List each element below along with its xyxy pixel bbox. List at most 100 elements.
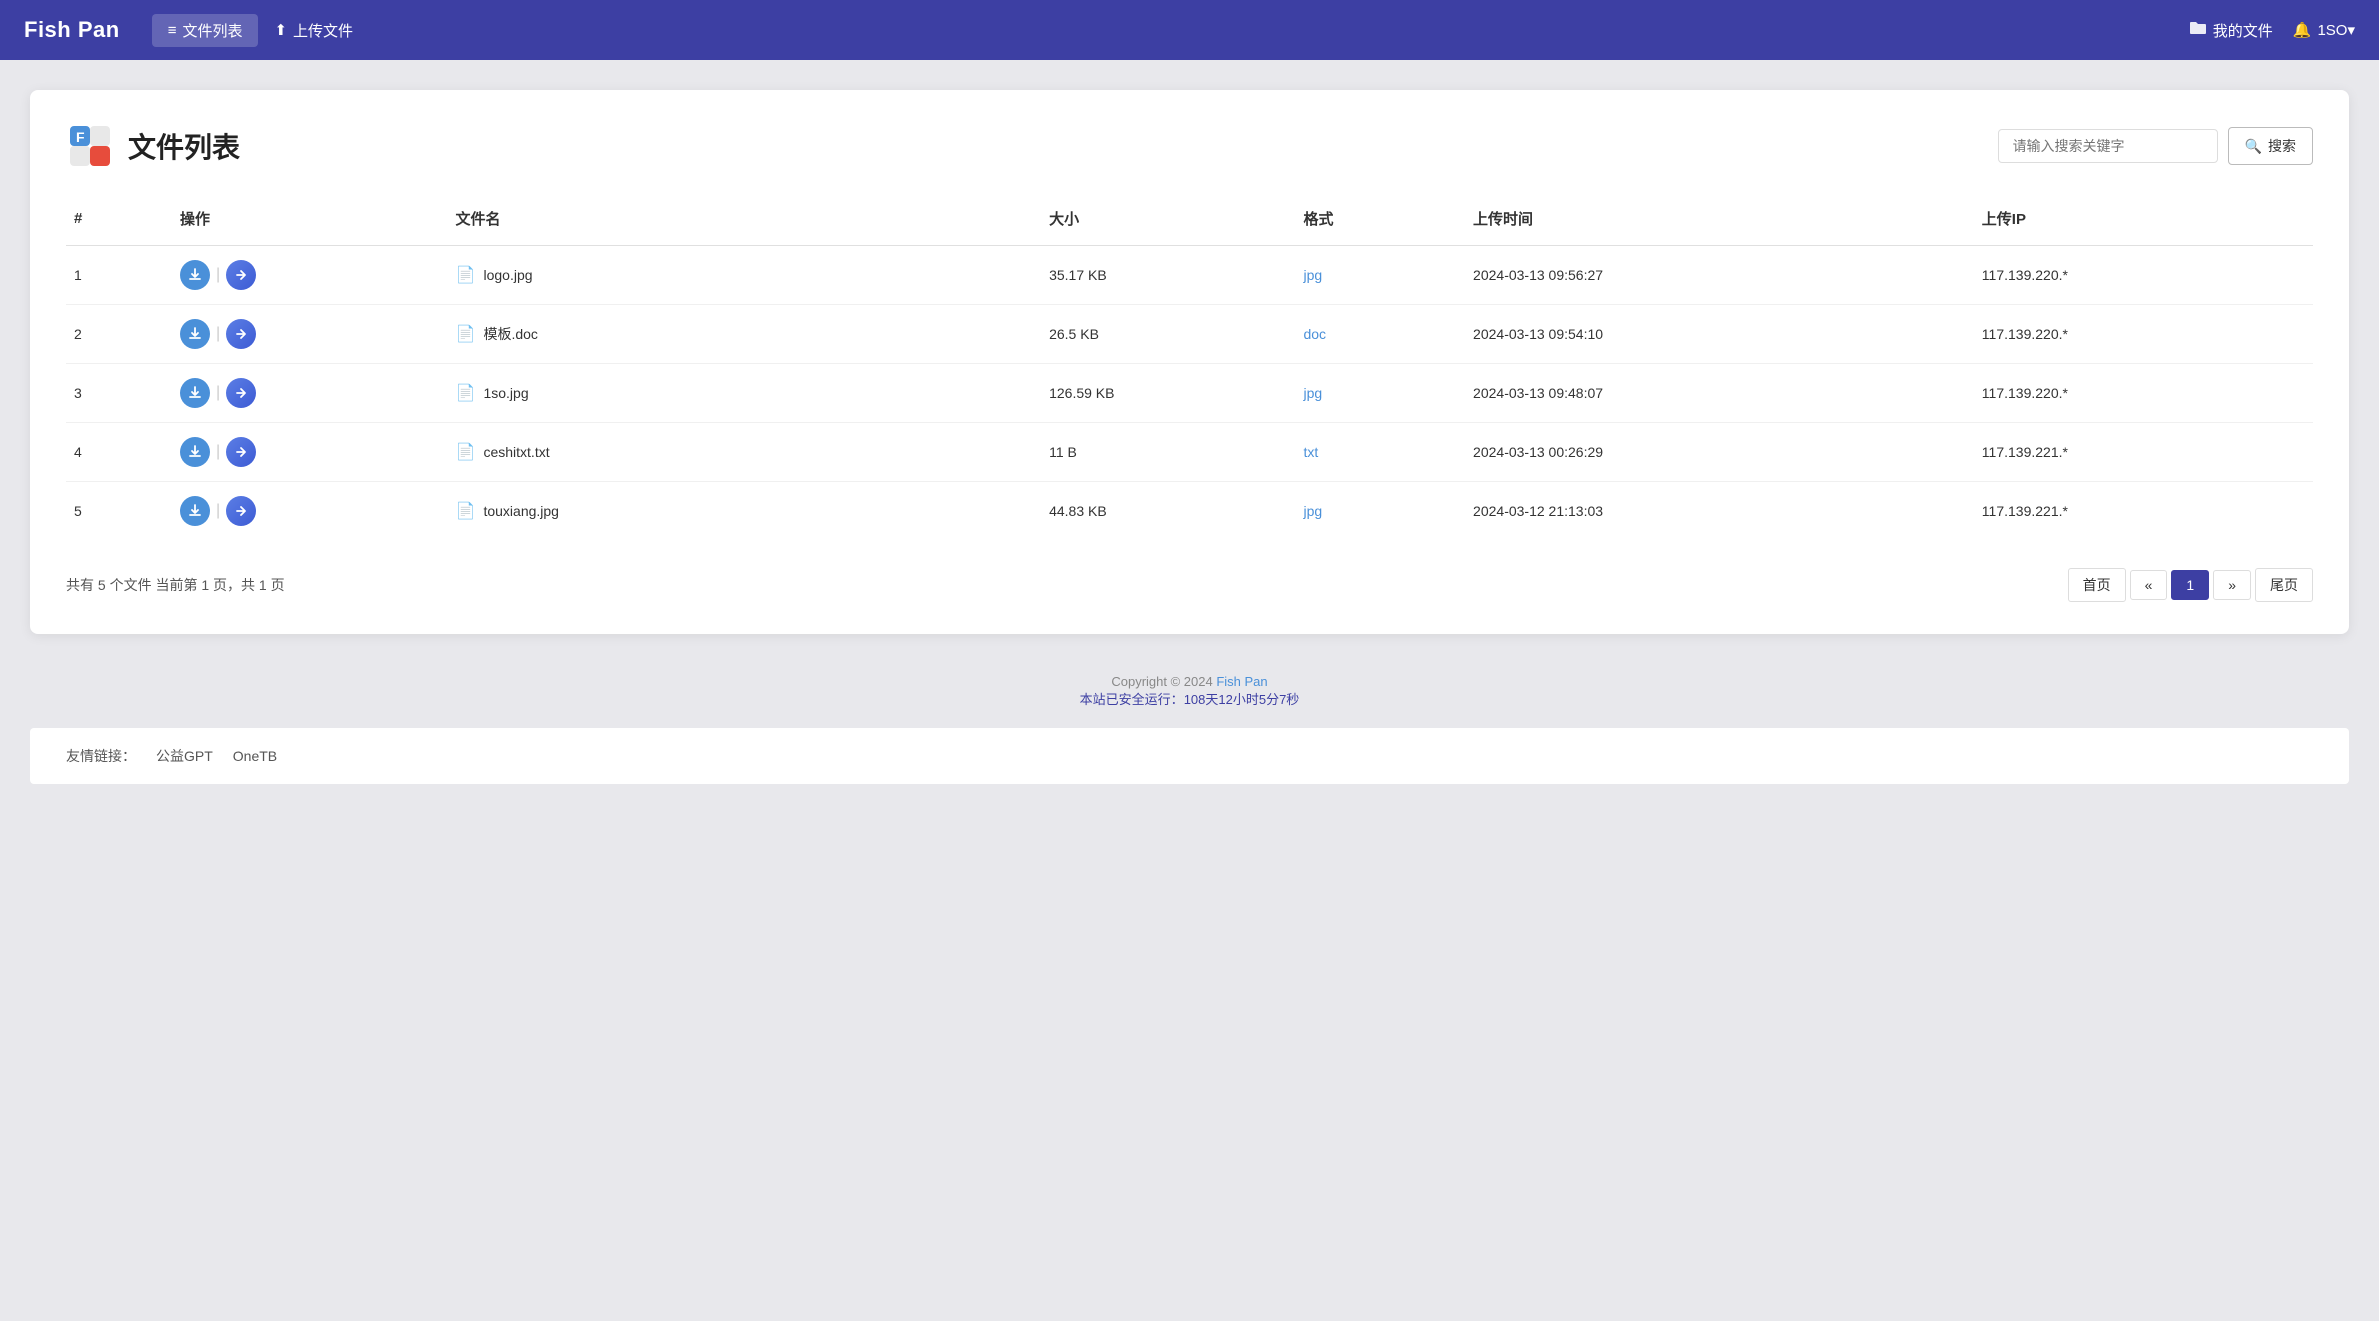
download-button[interactable] [180, 437, 210, 467]
cell-num: 2 [66, 305, 172, 364]
cell-size: 126.59 KB [1041, 364, 1295, 423]
pagination: 首页 « 1 » 尾页 [2068, 568, 2313, 602]
app-header: Fish Pan ≡ 文件列表 ⬆ 上传文件 我的文件 🔔 1SO▾ [0, 0, 2379, 60]
cell-ip: 117.139.220.* [1974, 246, 2313, 305]
filename-text: touxiang.jpg [483, 503, 559, 519]
copyright-line: Copyright © 2024 Fish Pan [20, 674, 2359, 689]
cell-ip: 117.139.221.* [1974, 482, 2313, 541]
nav-upload[interactable]: ⬆ 上传文件 [258, 14, 369, 47]
format-link[interactable]: txt [1303, 444, 1318, 460]
search-input[interactable] [1998, 129, 2218, 163]
col-header-ip: 上传IP [1974, 198, 2313, 246]
col-header-fmt: 格式 [1295, 198, 1465, 246]
filename-text: 1so.jpg [483, 385, 528, 401]
link-onetb[interactable]: OneTB [233, 748, 277, 764]
cell-ip: 117.139.220.* [1974, 305, 2313, 364]
col-header-time: 上传时间 [1465, 198, 1974, 246]
svg-text:F: F [76, 129, 85, 145]
card-header: F 文件列表 🔍 搜索 [66, 122, 2313, 170]
download-button[interactable] [180, 496, 210, 526]
cell-time: 2024-03-13 00:26:29 [1465, 423, 1974, 482]
col-header-op: 操作 [172, 198, 448, 246]
cell-format: doc [1295, 305, 1465, 364]
action-divider: | [216, 384, 220, 402]
file-list-card: F 文件列表 🔍 搜索 # 操作 文件名 大小 格式 [30, 90, 2349, 634]
page-title: 文件列表 [128, 126, 240, 166]
action-divider: | [216, 325, 220, 343]
cell-format: jpg [1295, 364, 1465, 423]
links-label: 友情链接： [66, 746, 136, 766]
link-gpt[interactable]: 公益GPT [156, 746, 213, 766]
cell-num: 5 [66, 482, 172, 541]
cell-filename: 📄 logo.jpg [448, 246, 1042, 305]
card-title-area: F 文件列表 [66, 122, 240, 170]
table-row: 1 | 📄 [66, 246, 2313, 305]
file-type-icon: 📄 [456, 383, 476, 403]
bell-icon: 🔔 [2293, 21, 2312, 39]
main-content: F 文件列表 🔍 搜索 # 操作 文件名 大小 格式 [0, 60, 2379, 654]
table-header: # 操作 文件名 大小 格式 上传时间 上传IP [66, 198, 2313, 246]
page-last[interactable]: 尾页 [2255, 568, 2313, 602]
cell-num: 1 [66, 246, 172, 305]
search-button[interactable]: 🔍 搜索 [2228, 127, 2313, 165]
col-header-size: 大小 [1041, 198, 1295, 246]
page-current[interactable]: 1 [2171, 570, 2209, 600]
cell-time: 2024-03-13 09:56:27 [1465, 246, 1974, 305]
pagination-info: 共有 5 个文件 当前第 1 页，共 1 页 [66, 575, 285, 595]
format-link[interactable]: jpg [1303, 267, 1322, 283]
page-prev[interactable]: « [2130, 570, 2168, 600]
list-icon: ≡ [168, 22, 177, 39]
filename-text: logo.jpg [483, 267, 532, 283]
card-logo-icon: F [66, 122, 114, 170]
card-footer: 共有 5 个文件 当前第 1 页，共 1 页 首页 « 1 » 尾页 [66, 568, 2313, 602]
download-button[interactable] [180, 378, 210, 408]
format-link[interactable]: jpg [1303, 503, 1322, 519]
cell-size: 35.17 KB [1041, 246, 1295, 305]
view-button[interactable] [226, 496, 256, 526]
upload-icon: ⬆ [274, 21, 287, 39]
cell-ip: 117.139.221.* [1974, 423, 2313, 482]
cell-actions: | [172, 423, 448, 482]
col-header-name: 文件名 [448, 198, 1042, 246]
download-button[interactable] [180, 319, 210, 349]
cell-size: 44.83 KB [1041, 482, 1295, 541]
cell-actions: | [172, 246, 448, 305]
view-button[interactable] [226, 437, 256, 467]
action-divider: | [216, 266, 220, 284]
filename-text: 模板.doc [483, 324, 537, 344]
cell-format: txt [1295, 423, 1465, 482]
cell-format: jpg [1295, 246, 1465, 305]
cell-actions: | [172, 482, 448, 541]
file-type-icon: 📄 [456, 265, 476, 285]
cell-time: 2024-03-13 09:48:07 [1465, 364, 1974, 423]
search-icon: 🔍 [2245, 138, 2262, 155]
footer: Copyright © 2024 Fish Pan 本站已安全运行：108天12… [0, 654, 2379, 728]
file-type-icon: 📄 [456, 324, 476, 344]
cell-time: 2024-03-12 21:13:03 [1465, 482, 1974, 541]
file-type-icon: 📄 [456, 442, 476, 462]
cell-filename: 📄 ceshitxt.txt [448, 423, 1042, 482]
format-link[interactable]: doc [1303, 326, 1326, 342]
cell-num: 4 [66, 423, 172, 482]
view-button[interactable] [226, 319, 256, 349]
action-divider: | [216, 443, 220, 461]
cell-time: 2024-03-13 09:54:10 [1465, 305, 1974, 364]
nav-file-list[interactable]: ≡ 文件列表 [152, 14, 259, 47]
cell-size: 11 B [1041, 423, 1295, 482]
my-files-btn[interactable]: 我的文件 [2189, 20, 2273, 41]
format-link[interactable]: jpg [1303, 385, 1322, 401]
view-button[interactable] [226, 378, 256, 408]
page-first[interactable]: 首页 [2068, 568, 2126, 602]
view-button[interactable] [226, 260, 256, 290]
page-next[interactable]: » [2213, 570, 2251, 600]
table-row: 3 | 📄 [66, 364, 2313, 423]
cell-format: jpg [1295, 482, 1465, 541]
cell-size: 26.5 KB [1041, 305, 1295, 364]
file-type-icon: 📄 [456, 501, 476, 521]
main-nav: ≡ 文件列表 ⬆ 上传文件 [152, 14, 2189, 47]
filename-text: ceshitxt.txt [483, 444, 549, 460]
download-button[interactable] [180, 260, 210, 290]
user-menu[interactable]: 🔔 1SO▾ [2293, 21, 2355, 39]
brand-link[interactable]: Fish Pan [1216, 674, 1267, 689]
table-row: 5 | 📄 [66, 482, 2313, 541]
